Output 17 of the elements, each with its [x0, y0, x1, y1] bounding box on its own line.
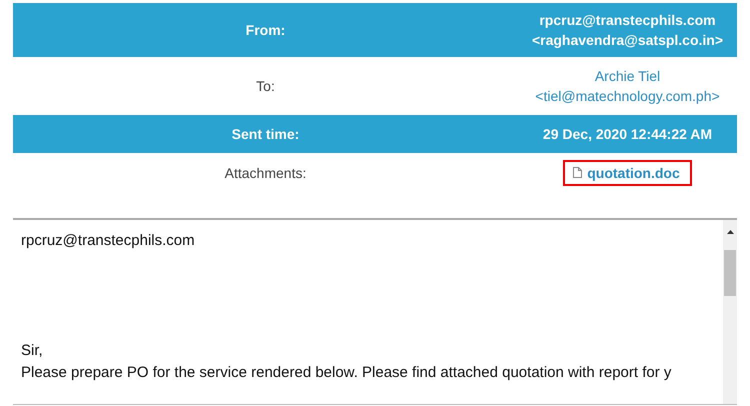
document-icon [573, 167, 582, 178]
message-text: rpcruz@transtecphils.com [21, 232, 195, 249]
scroll-up-icon[interactable] [726, 230, 734, 234]
field-value: rpcruz@transtecphils.com [539, 11, 716, 30]
field-label: Sent time: [232, 126, 300, 142]
scrollbar[interactable] [723, 220, 737, 404]
attachment-link[interactable]: quotation.doc [563, 160, 692, 186]
field-label: Attachments: [224, 164, 306, 180]
message-text: Sir, [21, 342, 43, 359]
scroll-thumb[interactable] [724, 250, 736, 296]
field-value: <raghavendra@satspl.co.in> [532, 31, 724, 50]
message-text: Please prepare PO for the service rendered below. Please find attached quotation with report for y [21, 364, 672, 381]
contact-link[interactable]: <tiel@matechnology.com.ph> [535, 86, 720, 106]
contact-link[interactable]: Archie Tiel [594, 66, 660, 86]
field-label: From: [246, 22, 286, 38]
field-value: 29 Dec, 2020 12:44:22 AM [542, 125, 712, 144]
field-label: To: [256, 78, 275, 94]
